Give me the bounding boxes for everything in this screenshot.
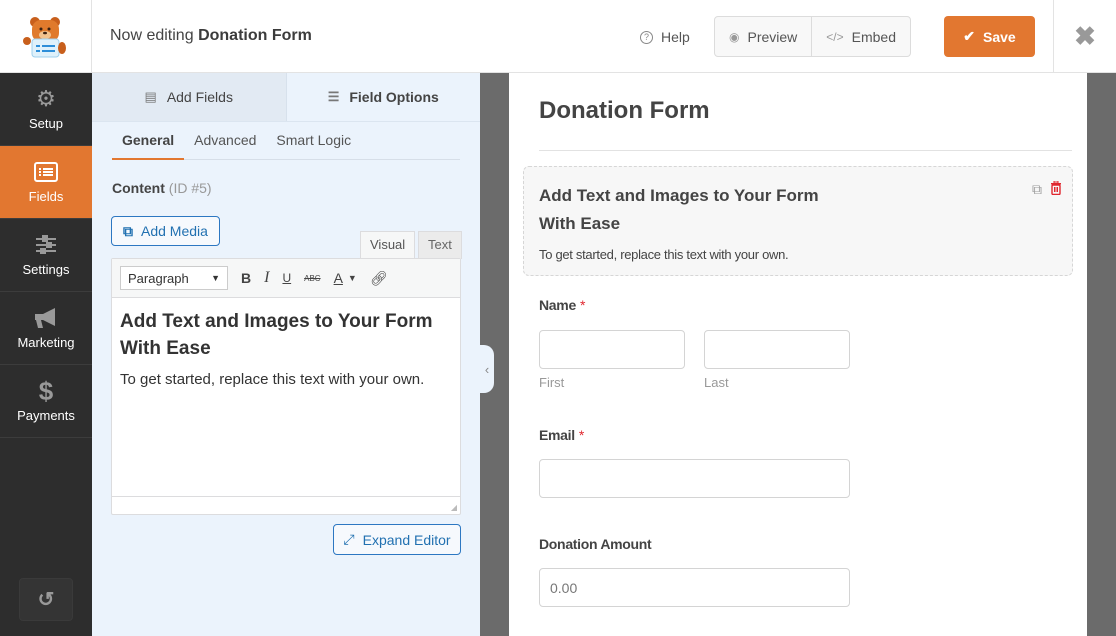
required-indicator: *	[579, 297, 586, 313]
editor-paragraph: To get started, replace this text with y…	[120, 371, 425, 388]
form-title: Donation Form	[539, 97, 710, 124]
sidebar-item-fields[interactable]: Fields	[0, 146, 92, 219]
preview-right-margin	[1087, 73, 1116, 636]
first-sublabel: First	[539, 375, 565, 390]
expand-editor-button[interactable]: ⤢ Expand Editor	[333, 524, 461, 555]
history-icon: ↺	[37, 589, 55, 611]
chevron-left-icon: ‹	[484, 361, 490, 377]
content-editor: Paragraph ▼ B I U ABC A ▼ 🔗︎ Add Text an…	[111, 258, 461, 515]
bold-button[interactable]: B	[241, 270, 251, 286]
italic-button[interactable]: I	[264, 269, 269, 287]
donation-amount-input[interactable]: 0.00	[539, 568, 850, 607]
panel-tabs: ▤ Add Fields ☰ Field Options	[92, 73, 480, 122]
trash-icon[interactable]	[1050, 181, 1062, 195]
underline-button[interactable]: U	[282, 271, 291, 285]
expand-arrows-icon: ⤢	[343, 531, 355, 547]
tab-field-options[interactable]: ☰ Field Options	[286, 73, 480, 121]
add-media-button[interactable]: ⧉ Add Media	[111, 216, 220, 246]
resize-handle-icon[interactable]: ◢	[451, 503, 457, 512]
list-icon: ▤	[144, 89, 157, 104]
sidebar-item-payments[interactable]: $ Payments	[0, 365, 92, 438]
editor-status-bar: ◢	[112, 496, 460, 514]
preview-embed-group: ◉ Preview </> Embed	[714, 16, 911, 57]
subtab-advanced[interactable]: Advanced	[184, 131, 266, 160]
close-icon: ✖	[1074, 21, 1096, 51]
form-name: Donation Form	[198, 27, 312, 44]
sidebar-item-setup[interactable]: ⚙ Setup	[0, 73, 92, 146]
megaphone-icon	[35, 307, 55, 328]
strikethrough-button[interactable]: ABC	[304, 274, 320, 283]
tab-add-fields[interactable]: ▤ Add Fields	[92, 73, 287, 121]
sidebar: ⚙ Setup Fields Settings Marketing $ Paym…	[0, 73, 92, 636]
top-bar: Now editing Donation Form ? Help ◉ Previ…	[0, 0, 1116, 73]
editor-toolbar: Paragraph ▼ B I U ABC A ▼ 🔗︎	[112, 259, 460, 298]
content-field-card[interactable]: Add Text and Images to Your Form With Ea…	[523, 166, 1073, 276]
donation-amount-label: Donation Amount	[539, 536, 652, 552]
page-title: Now editing Donation Form	[110, 27, 312, 44]
name-field-label: Name *	[539, 297, 586, 313]
text-color-button[interactable]: A	[334, 270, 343, 286]
tab-text[interactable]: Text	[418, 231, 462, 259]
close-button[interactable]: ✖	[1053, 0, 1116, 73]
first-name-input[interactable]	[539, 330, 685, 369]
options-subtabs: General Advanced Smart Logic	[112, 131, 460, 160]
help-circle-icon: ?	[640, 30, 653, 44]
code-icon: </>	[826, 29, 844, 44]
gear-icon: ⚙	[36, 85, 56, 111]
required-indicator: *	[578, 427, 585, 443]
subtab-general[interactable]: General	[112, 131, 185, 160]
link-icon[interactable]: 🔗︎	[370, 270, 388, 287]
editor-content[interactable]: Add Text and Images to Your Form With Ea…	[112, 298, 460, 398]
field-options-panel: ▤ Add Fields ☰ Field Options General Adv…	[92, 73, 480, 636]
title-divider	[539, 150, 1072, 151]
caret-down-icon: ▼	[211, 273, 220, 283]
format-select[interactable]: Paragraph ▼	[120, 266, 228, 290]
sliders-icon: ☰	[327, 89, 340, 104]
editor-heading: Add Text and Images to Your Form With Ea…	[120, 311, 433, 359]
email-field-label: Email *	[539, 427, 585, 443]
tab-visual[interactable]: Visual	[360, 231, 416, 259]
preview-button[interactable]: ◉ Preview	[715, 17, 811, 56]
caret-down-icon[interactable]: ▼	[348, 273, 357, 283]
field-actions: ⧉	[1032, 181, 1062, 198]
email-input[interactable]	[539, 459, 850, 498]
sidebar-item-marketing[interactable]: Marketing	[0, 292, 92, 365]
collapse-panel-button[interactable]: ‹	[480, 345, 494, 393]
duplicate-icon[interactable]: ⧉	[1032, 181, 1042, 198]
content-heading: Add Text and Images to Your Form With Ea…	[539, 186, 819, 233]
embed-button[interactable]: </> Embed	[811, 17, 910, 56]
save-button[interactable]: ✔ Save	[944, 16, 1035, 57]
fields-list-icon	[34, 161, 58, 182]
last-sublabel: Last	[704, 375, 729, 390]
field-id: (ID #5)	[168, 180, 212, 196]
dollar-icon: $	[38, 375, 54, 406]
revisions-button[interactable]: ↺	[19, 578, 73, 621]
content-text: To get started, replace this text with y…	[539, 247, 789, 262]
logo	[0, 0, 92, 73]
bear-mascot-icon	[22, 16, 66, 57]
sliders-icon	[36, 234, 56, 254]
eye-icon: ◉	[729, 29, 740, 44]
last-name-input[interactable]	[704, 330, 850, 369]
form-preview: Donation Form Add Text and Images to You…	[509, 73, 1087, 636]
content-label: Content (ID #5)	[112, 180, 212, 196]
subtab-smart-logic[interactable]: Smart Logic	[266, 131, 361, 160]
sidebar-item-settings[interactable]: Settings	[0, 219, 92, 292]
checkmark-icon: ✔	[963, 28, 976, 44]
media-icon: ⧉	[123, 222, 133, 239]
help-link[interactable]: ? Help	[640, 29, 690, 45]
